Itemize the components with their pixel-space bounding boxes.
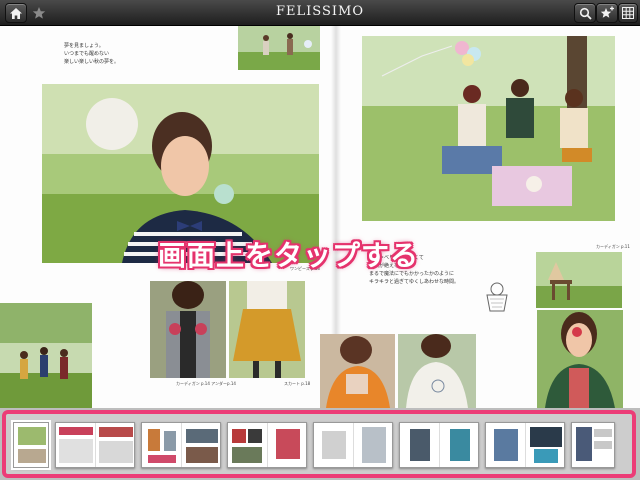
page-thumbnail[interactable] (55, 422, 135, 468)
search-button[interactable] (574, 3, 596, 23)
caption-right-small: カーディガン p.11 (596, 244, 630, 249)
magazine-spread[interactable]: 夢を見ましょう。 いつまでも醒めない 楽しい楽しい秋の夢を。 ワンピース p.1… (0, 26, 640, 409)
page-thumbnail[interactable] (141, 422, 221, 468)
photo-table-chair (536, 252, 622, 308)
photo-picnic (362, 36, 615, 221)
page-thumbnail[interactable] (227, 422, 307, 468)
page-thumbnail-strip[interactable] (0, 408, 640, 480)
photo-girl-eating (537, 310, 623, 408)
page-thumbnail[interactable] (313, 422, 393, 468)
page-grid-button[interactable] (618, 3, 638, 23)
photo-couple-top (238, 26, 320, 70)
star-plus-icon (600, 6, 614, 18)
grid-icon (622, 7, 634, 19)
photo-girl-white (398, 334, 476, 408)
page-thumbnail[interactable] (399, 422, 479, 468)
caption-skirt: スカート p.18 (284, 381, 311, 386)
page-thumbnail[interactable] (571, 422, 615, 468)
tap-instruction-overlay: 画面上をタップする (158, 239, 420, 272)
left-page-text: 夢を見ましょう。 いつまでも醒めない 楽しい楽しい秋の夢を。 (64, 43, 120, 65)
photo-girls-field (0, 303, 92, 409)
illustration-basket (482, 281, 512, 313)
photo-skirt (229, 281, 305, 378)
add-bookmark-button[interactable] (596, 3, 618, 23)
brand-logo: FELISSIMO (276, 4, 364, 19)
photo-cardigan (150, 281, 226, 378)
photo-girl-orange (320, 334, 395, 408)
caption-cardigan: カーディガン p.14 アンダーp.14 (176, 381, 236, 386)
top-toolbar: FELISSIMO (0, 0, 640, 26)
page-thumbnail[interactable] (11, 420, 51, 470)
page-thumbnail[interactable] (485, 422, 565, 468)
search-icon (579, 7, 592, 20)
